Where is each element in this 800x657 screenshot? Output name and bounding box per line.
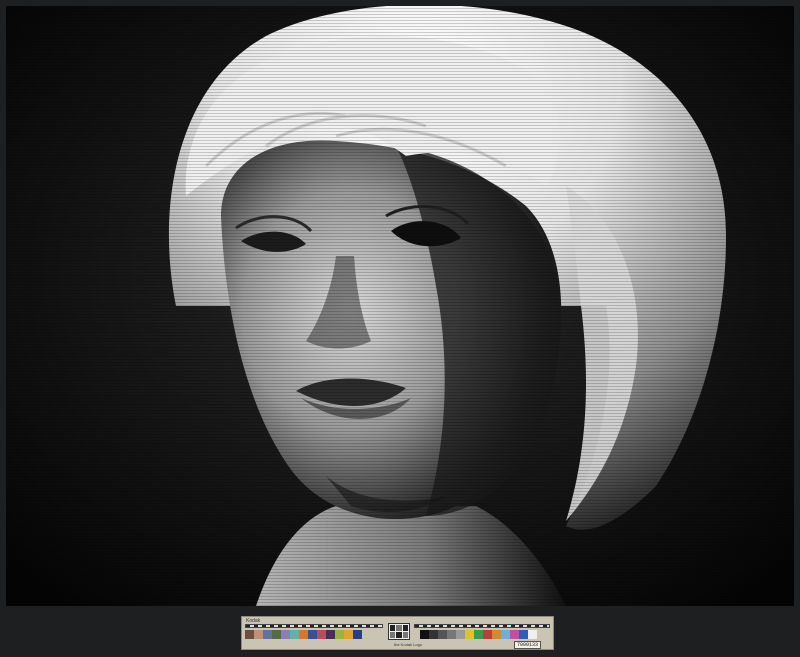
color-patch: [317, 630, 326, 639]
color-patch: [447, 630, 456, 639]
color-patch: [344, 630, 353, 639]
color-patch: [245, 630, 254, 639]
center-mark: [388, 623, 410, 640]
portrait-illustration: [6, 6, 794, 606]
color-patch: [308, 630, 317, 639]
color-patch: [290, 630, 299, 639]
color-patch: [254, 630, 263, 639]
color-patch: [420, 630, 429, 639]
color-patch: [299, 630, 308, 639]
color-patch: [465, 630, 474, 639]
scale-bar-left: [245, 624, 383, 628]
color-patch: [510, 630, 519, 639]
color-patch: [501, 630, 510, 639]
color-patches-left: [245, 630, 362, 639]
scale-bar-right: [414, 624, 550, 628]
color-patch: [263, 630, 272, 639]
color-patch: [474, 630, 483, 639]
color-patch: [456, 630, 465, 639]
color-patch: [519, 630, 528, 639]
target-caption: the Kodak Logo: [394, 642, 423, 647]
color-patch: [353, 630, 362, 639]
target-id-label: 7000133: [513, 641, 541, 649]
color-patch: [483, 630, 492, 639]
color-patch: [492, 630, 501, 639]
color-patch: [272, 630, 281, 639]
color-patch: [528, 630, 537, 639]
portrait-photo: [6, 6, 794, 606]
color-patch: [281, 630, 290, 639]
scan-frame: Kodak the Kodak Logo 7000133: [0, 0, 800, 657]
color-patch: [429, 630, 438, 639]
kodak-color-target: Kodak the Kodak Logo 7000133: [241, 616, 554, 650]
color-patch: [335, 630, 344, 639]
color-patch: [438, 630, 447, 639]
color-patches-right: [420, 630, 537, 639]
color-patch: [326, 630, 335, 639]
